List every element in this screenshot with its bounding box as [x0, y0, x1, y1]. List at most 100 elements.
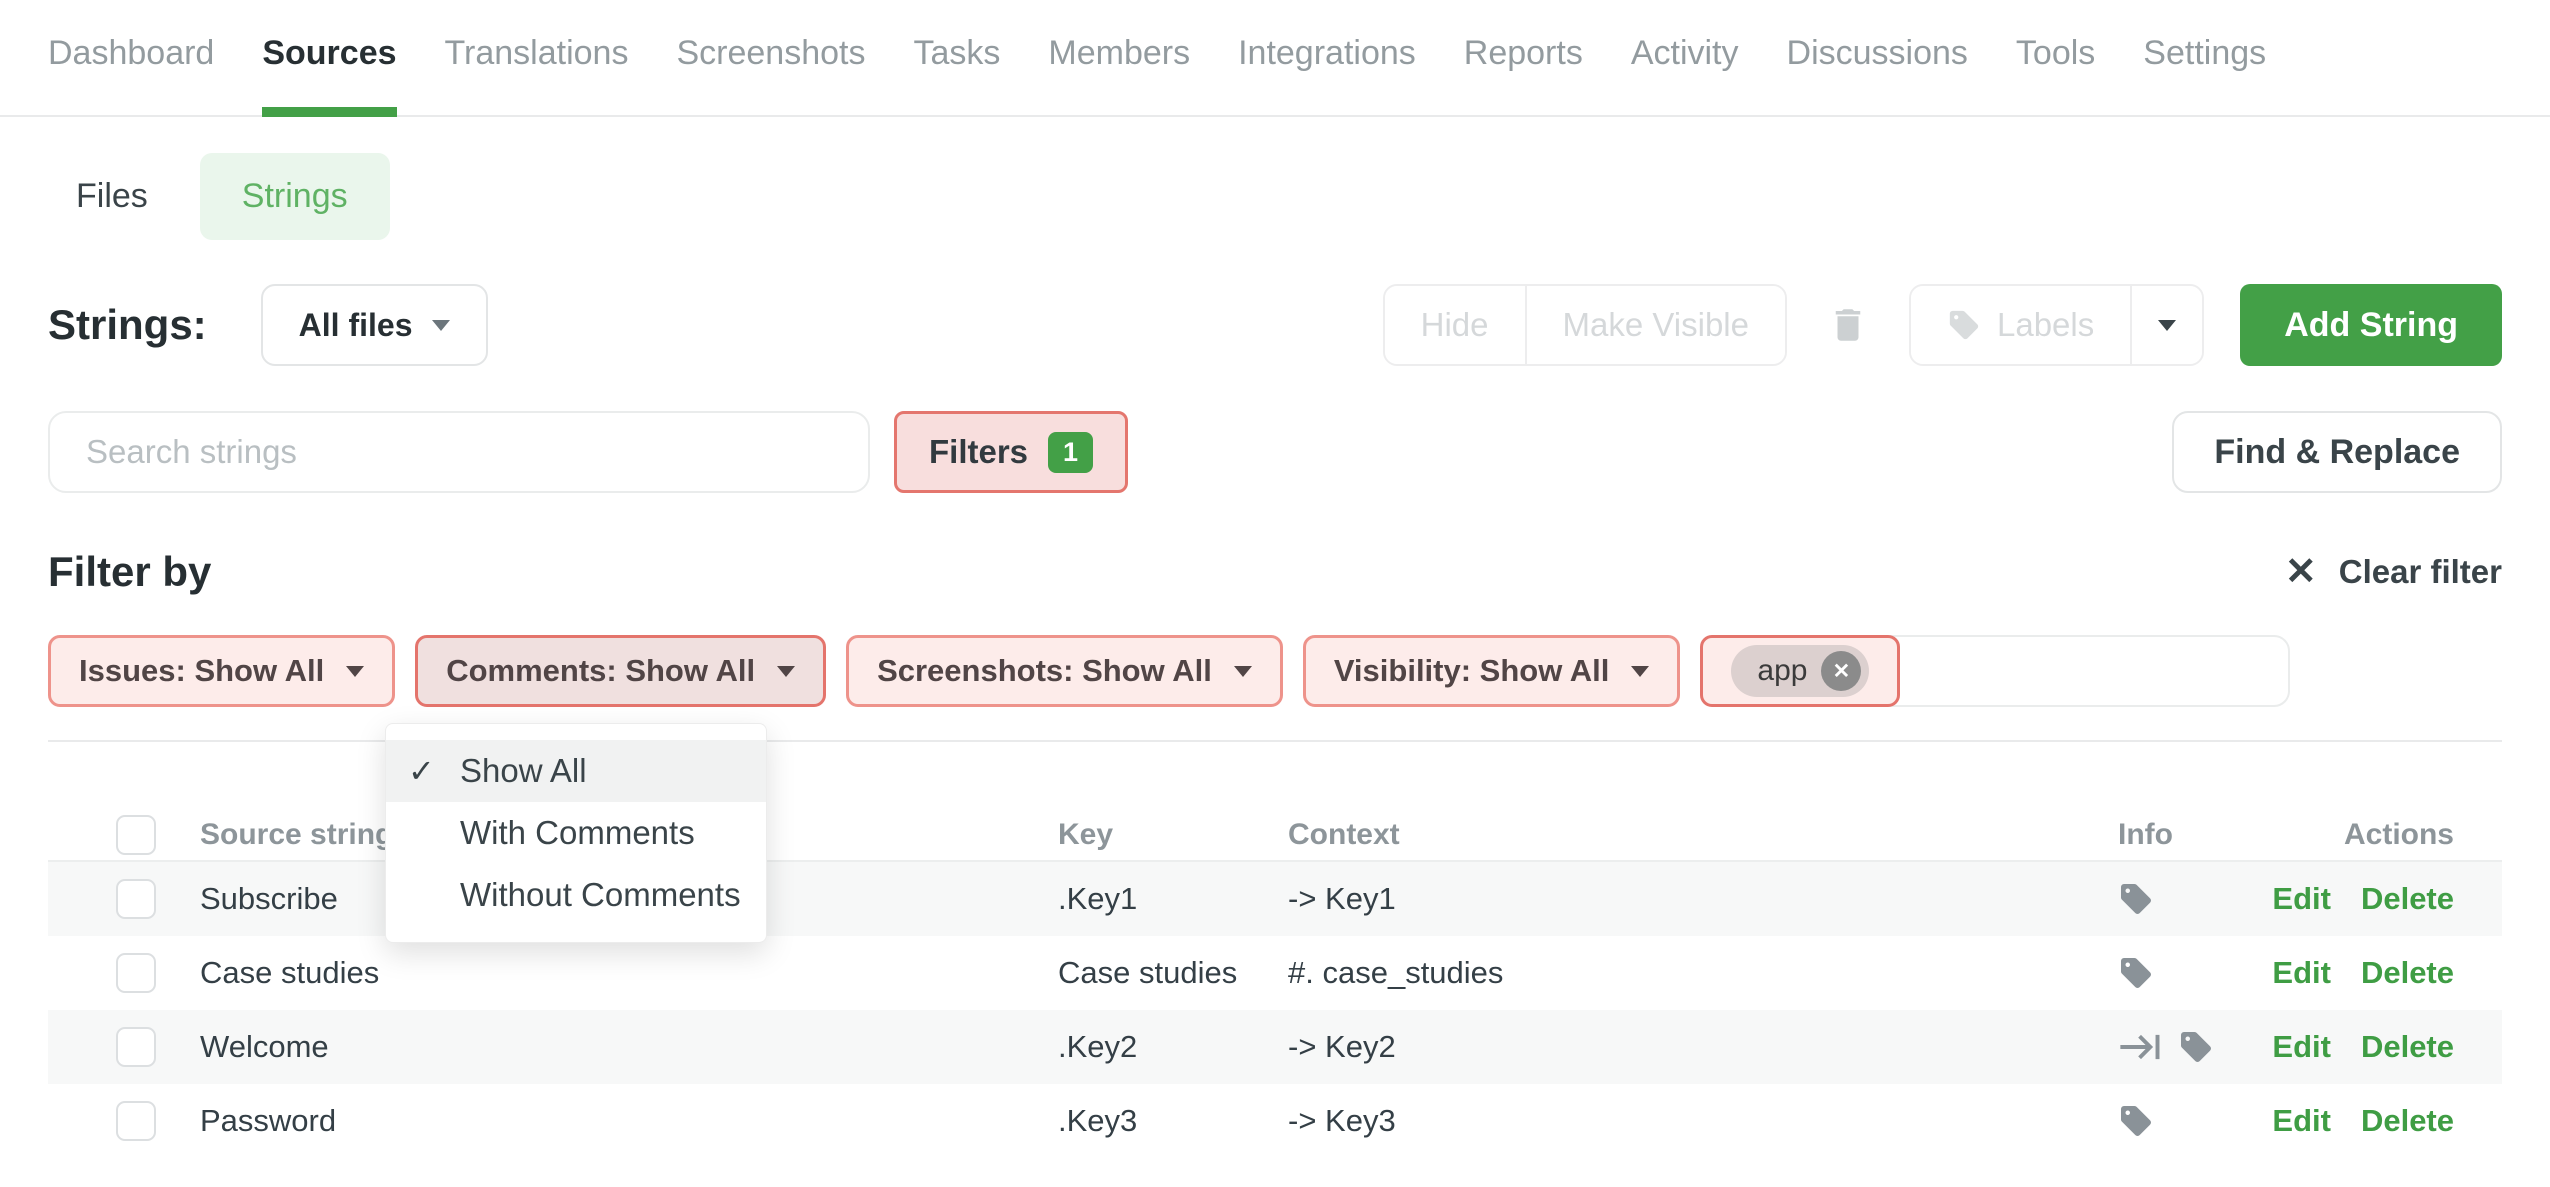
page-title: Strings:	[48, 301, 207, 349]
filter-visibility-label: Visibility: Show All	[1334, 653, 1610, 689]
labels-filter-input[interactable]: app ✕	[1700, 635, 2290, 707]
nav-item-tasks[interactable]: Tasks	[913, 34, 1000, 115]
nav-item-settings[interactable]: Settings	[2143, 34, 2266, 115]
nav-item-activity[interactable]: Activity	[1631, 34, 1739, 115]
filter-screenshots-dropdown[interactable]: Screenshots: Show All	[846, 635, 1283, 707]
check-icon: ✓	[408, 752, 435, 790]
edit-link[interactable]: Edit	[2272, 881, 2331, 917]
menu-item-show-all[interactable]: ✓ Show All	[386, 740, 766, 802]
sources-subtabs: Files Strings	[48, 153, 2502, 239]
row-source: Welcome	[200, 1029, 329, 1065]
comments-filter-menu: ✓ Show All With Comments Without Comment…	[385, 723, 767, 943]
filter-by-header: Filter by ✕ Clear filter	[48, 549, 2502, 595]
find-replace-button[interactable]: Find & Replace	[2172, 411, 2502, 493]
delete-link[interactable]: Delete	[2361, 1029, 2454, 1065]
col-header-actions: Actions	[2344, 818, 2454, 852]
nav-item-tools[interactable]: Tools	[2016, 34, 2095, 115]
label-chip: app ✕	[1731, 645, 1869, 697]
labels-dropdown-toggle[interactable]	[2130, 286, 2202, 364]
filter-issues-label: Issues: Show All	[79, 653, 324, 689]
search-input[interactable]	[48, 411, 870, 493]
delete-link[interactable]: Delete	[2361, 955, 2454, 991]
row-key: Case studies	[1058, 955, 1237, 991]
edit-link[interactable]: Edit	[2272, 1103, 2331, 1139]
make-visible-button[interactable]: Make Visible	[1525, 286, 1785, 364]
nav-item-screenshots[interactable]: Screenshots	[676, 34, 865, 115]
row-checkbox[interactable]	[116, 879, 156, 919]
row-context: -> Key3	[1288, 1103, 1396, 1139]
labels-filter-selected: app ✕	[1700, 635, 1900, 707]
tag-icon	[2118, 955, 2154, 991]
table-row: Password .Key3 -> Key3 Edit Delete	[48, 1084, 2502, 1158]
visibility-button-group: Hide Make Visible	[1383, 284, 1787, 366]
nav-item-dashboard[interactable]: Dashboard	[48, 34, 214, 115]
edit-link[interactable]: Edit	[2272, 1029, 2331, 1065]
search-row: Filters 1 Find & Replace	[48, 411, 2502, 493]
filter-by-title: Filter by	[48, 548, 211, 596]
tab-strings[interactable]: Strings	[200, 153, 390, 240]
close-icon: ✕	[2285, 553, 2317, 591]
labels-button-label: Labels	[1997, 306, 2094, 344]
row-checkbox[interactable]	[116, 953, 156, 993]
filter-screenshots-label: Screenshots: Show All	[877, 653, 1212, 689]
delete-link[interactable]: Delete	[2361, 1103, 2454, 1139]
nav-item-translations[interactable]: Translations	[445, 34, 629, 115]
nav-item-members[interactable]: Members	[1048, 34, 1190, 115]
row-key: .Key1	[1058, 881, 1137, 917]
filters-button[interactable]: Filters 1	[894, 411, 1128, 493]
row-key: .Key2	[1058, 1029, 1137, 1065]
nav-item-reports[interactable]: Reports	[1464, 34, 1583, 115]
hide-button[interactable]: Hide	[1385, 286, 1525, 364]
col-header-info: Info	[2118, 818, 2173, 852]
filters-button-label: Filters	[929, 433, 1028, 471]
tag-icon	[2118, 1103, 2154, 1139]
nav-item-discussions[interactable]: Discussions	[1787, 34, 1968, 115]
nav-item-integrations[interactable]: Integrations	[1238, 34, 1416, 115]
filter-pill-row: Issues: Show All Comments: Show All Scre…	[48, 635, 2502, 707]
menu-item-label: Without Comments	[460, 876, 741, 914]
delete-strings-button[interactable]	[1827, 304, 1869, 346]
chevron-down-icon	[1631, 666, 1649, 677]
label-chip-text: app	[1757, 654, 1807, 688]
chevron-down-icon	[346, 666, 364, 677]
filter-comments-dropdown[interactable]: Comments: Show All	[415, 635, 826, 707]
col-header-context: Context	[1288, 818, 1400, 852]
table-row: Welcome .Key2 -> Key2 Edit Delete	[48, 1010, 2502, 1084]
edit-link[interactable]: Edit	[2272, 955, 2331, 991]
nav-item-sources[interactable]: Sources	[262, 34, 396, 115]
file-filter-dropdown[interactable]: All files	[261, 284, 489, 366]
labels-button[interactable]: Labels	[1911, 286, 2130, 364]
max-length-icon	[2118, 1029, 2162, 1065]
col-header-source: Source string	[200, 818, 393, 852]
filter-issues-dropdown[interactable]: Issues: Show All	[48, 635, 395, 707]
clear-filter-button[interactable]: ✕ Clear filter	[2285, 553, 2502, 591]
clear-filter-label: Clear filter	[2339, 553, 2502, 591]
menu-item-without-comments[interactable]: Without Comments	[386, 864, 766, 926]
row-key: .Key3	[1058, 1103, 1137, 1139]
filters-count-badge: 1	[1048, 432, 1093, 473]
add-string-button[interactable]: Add String	[2240, 284, 2502, 366]
delete-link[interactable]: Delete	[2361, 881, 2454, 917]
row-context: -> Key1	[1288, 881, 1396, 917]
row-checkbox[interactable]	[116, 1027, 156, 1067]
top-nav: Dashboard Sources Translations Screensho…	[0, 0, 2550, 117]
chevron-down-icon	[1234, 666, 1252, 677]
menu-item-label: Show All	[460, 752, 587, 790]
chevron-down-icon	[432, 320, 450, 331]
tag-icon	[1947, 308, 1981, 342]
trash-icon	[1827, 304, 1869, 346]
tab-files[interactable]: Files	[76, 177, 148, 216]
labels-button-group: Labels	[1909, 284, 2204, 366]
chevron-down-icon	[2158, 320, 2176, 331]
menu-item-with-comments[interactable]: With Comments	[386, 802, 766, 864]
filter-visibility-dropdown[interactable]: Visibility: Show All	[1303, 635, 1681, 707]
row-checkbox[interactable]	[116, 1101, 156, 1141]
row-context: -> Key2	[1288, 1029, 1396, 1065]
remove-label-icon[interactable]: ✕	[1821, 651, 1861, 691]
select-all-checkbox[interactable]	[116, 815, 156, 855]
table-row: Case studies Case studies #. case_studie…	[48, 936, 2502, 1010]
menu-item-label: With Comments	[460, 814, 695, 852]
row-context: #. case_studies	[1288, 955, 1503, 991]
row-source: Subscribe	[200, 881, 338, 917]
row-source: Case studies	[200, 955, 379, 991]
